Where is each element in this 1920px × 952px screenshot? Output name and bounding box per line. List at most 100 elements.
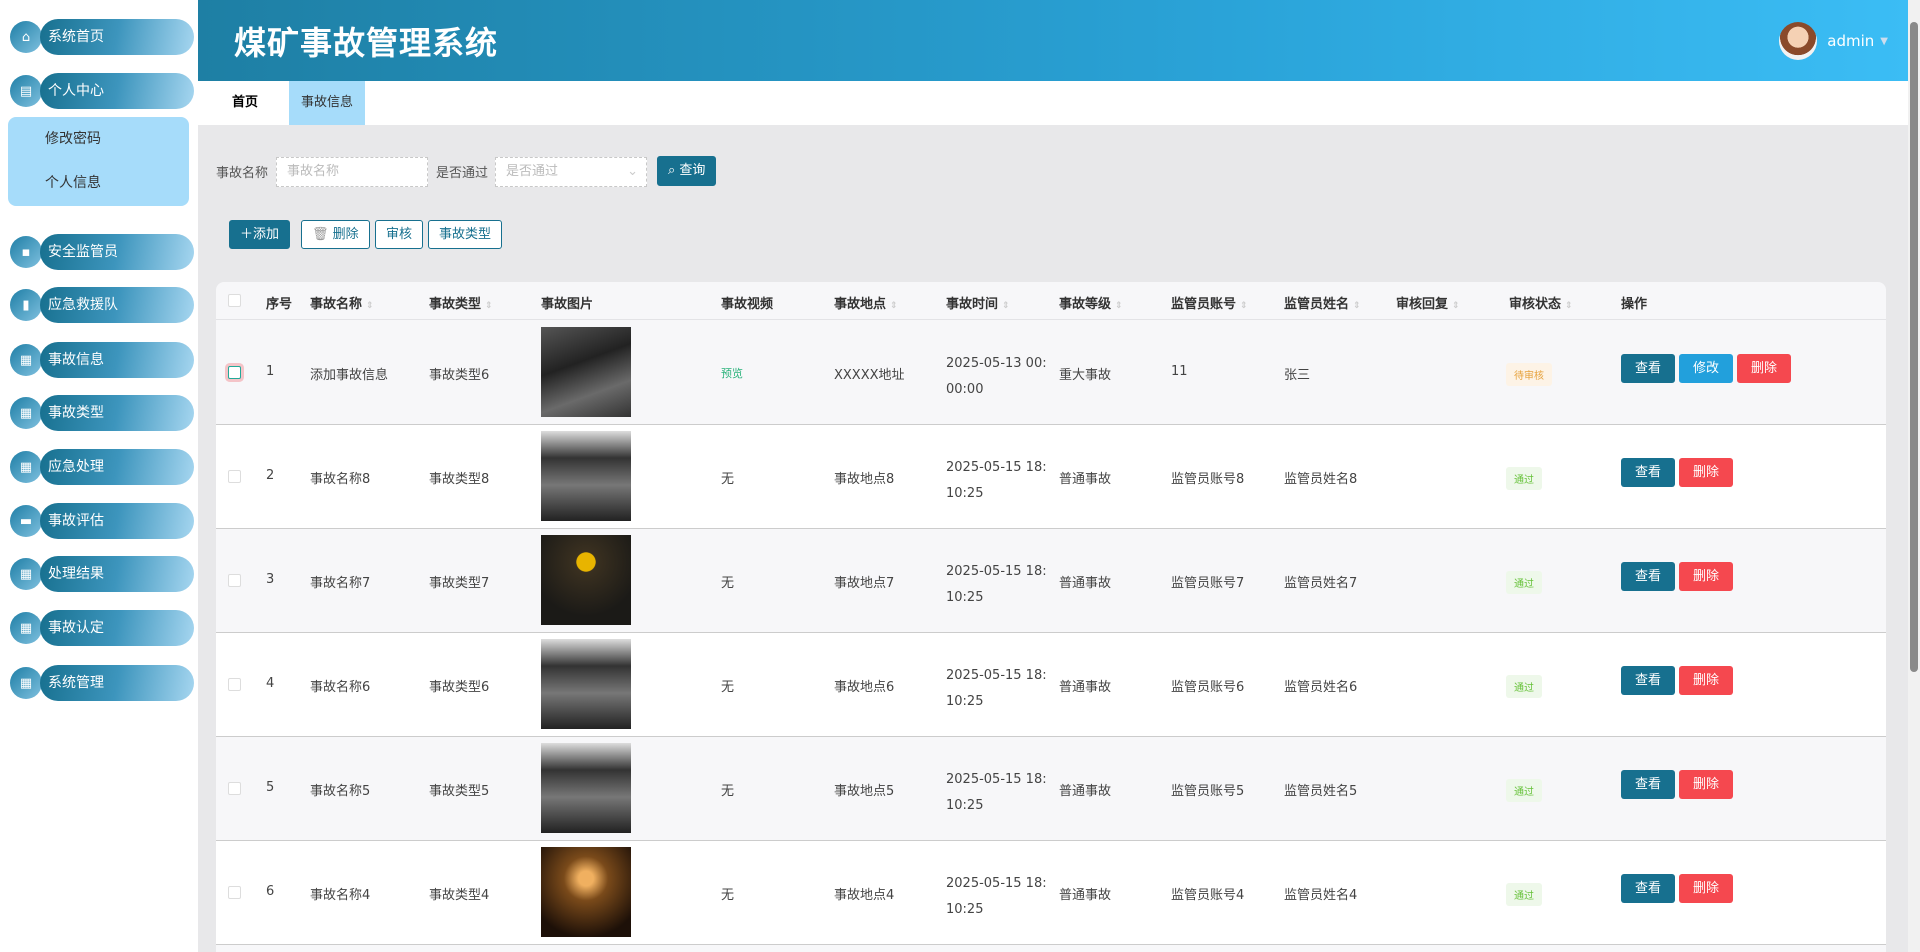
accident-time: 2025-05-15 18: 10:25 [946, 559, 1047, 611]
column-header[interactable]: 监管员姓名 ⇕ [1284, 293, 1361, 312]
column-header[interactable]: 事故时间 ⇕ [946, 293, 1010, 312]
row-checkbox[interactable] [228, 470, 241, 483]
accident-image[interactable] [541, 327, 631, 417]
accident-image[interactable] [541, 535, 631, 625]
sidebar-item-3[interactable]: ▮ 应急救援队 [10, 287, 194, 323]
select-all-checkbox[interactable] [228, 294, 241, 307]
sidebar-item-7[interactable]: ▬ 事故评估 [10, 503, 194, 539]
delete-row-button[interactable]: 删除 [1679, 562, 1733, 591]
scrollbar-thumb[interactable] [1910, 22, 1918, 672]
accident-type-button[interactable]: 事故类型 [428, 220, 503, 249]
pass-select[interactable]: 是否通过 ⌄ [495, 157, 647, 187]
row-no: 3 [266, 572, 275, 587]
add-button[interactable]: ＋添加 [229, 220, 291, 249]
row-checkbox[interactable] [228, 366, 241, 379]
row-checkbox[interactable] [228, 678, 241, 691]
tab-home[interactable]: 首页 [220, 81, 270, 125]
accident-image[interactable] [541, 639, 631, 729]
supervisor-account: 监管员账号4 [1171, 888, 1245, 903]
supervisor-account: 监管员账号6 [1171, 680, 1245, 695]
audit-button[interactable]: 审核 [375, 220, 424, 249]
sidebar-item-5[interactable]: ▦ 事故类型 [10, 395, 194, 431]
main-content: 事故名称 事故名称 是否通过 是否通过 ⌄ ⌕ 查询 ＋添加 🗑 删除 审核 事故… [198, 125, 1908, 952]
supervisor-account: 监管员账号5 [1171, 784, 1245, 799]
accident-image[interactable] [541, 743, 631, 833]
delete-row-button[interactable]: 删除 [1679, 874, 1733, 903]
sidebar-item-1[interactable]: ▤ 个人中心 [10, 73, 194, 109]
tab-accident-info[interactable]: 事故信息 [289, 81, 366, 125]
view-button[interactable]: 查看 [1621, 666, 1675, 695]
column-header[interactable]: 事故类型 ⇕ [429, 293, 493, 312]
column-header[interactable]: 审核回复 ⇕ [1396, 293, 1460, 312]
sidebar-item-label: 应急救援队 [40, 287, 194, 323]
sort-icon[interactable]: ⇕ [1565, 301, 1573, 311]
view-button[interactable]: 查看 [1621, 354, 1675, 383]
search-icon: ⌕ [668, 163, 680, 178]
submenu-change-password[interactable]: 修改密码 [8, 117, 189, 161]
column-header[interactable]: 监管员账号 ⇕ [1171, 293, 1248, 312]
accident-name: 事故名称7 [310, 576, 371, 591]
sort-icon[interactable]: ⇕ [1240, 301, 1248, 311]
submenu-personal-info[interactable]: 个人信息 [8, 161, 189, 205]
sort-icon[interactable]: ⇕ [1353, 301, 1361, 311]
view-button[interactable]: 查看 [1621, 770, 1675, 799]
sort-icon[interactable]: ⇕ [890, 301, 898, 311]
column-header[interactable]: 事故等级 ⇕ [1059, 293, 1123, 312]
sort-icon[interactable]: ⇕ [1002, 301, 1010, 311]
menu-icon: ▪ [10, 236, 42, 268]
sidebar-item-9[interactable]: ▦ 事故认定 [10, 610, 194, 646]
delete-row-button[interactable]: 删除 [1679, 666, 1733, 695]
delete-button[interactable]: 🗑 删除 [301, 220, 370, 249]
view-button[interactable]: 查看 [1621, 458, 1675, 487]
pass-label: 是否通过 [436, 166, 489, 181]
table-row: 3 事故名称7 事故类型7 无 事故地点7 2025-05-15 18: 10:25 普通事故… [216, 529, 1886, 633]
sidebar-item-2[interactable]: ▪ 安全监管员 [10, 234, 194, 270]
accident-time: 2025-05-15 18: 10:25 [946, 767, 1047, 819]
accident-name: 事故名称8 [310, 472, 371, 487]
sidebar-item-4[interactable]: ▦ 事故信息 [10, 342, 194, 378]
edit-button[interactable]: 修改 [1679, 354, 1733, 383]
delete-row-button[interactable]: 删除 [1737, 354, 1791, 383]
add-label: 添加 [253, 227, 280, 242]
query-button[interactable]: ⌕ 查询 [657, 156, 717, 186]
user-menu[interactable]: admin ▼ [1779, 22, 1888, 60]
row-checkbox[interactable] [228, 782, 241, 795]
table-header: 序号 事故名称 ⇕ 事故类型 ⇕ 事故图片 事故视频 事故地点 ⇕ 事故时间 ⇕ 事故等级 ⇕ 监管员账号… [216, 282, 1886, 320]
column-header[interactable]: 事故名称 ⇕ [310, 293, 374, 312]
column-title: 监管员账号 [1171, 297, 1237, 312]
delete-row-button[interactable]: 删除 [1679, 770, 1733, 799]
sort-icon[interactable]: ⇕ [1452, 301, 1460, 311]
column-title: 事故视频 [721, 297, 774, 312]
sort-icon[interactable]: ⇕ [366, 301, 374, 311]
accident-name: 事故名称6 [310, 680, 371, 695]
menu-icon: ▦ [10, 558, 42, 590]
view-button[interactable]: 查看 [1621, 874, 1675, 903]
view-button[interactable]: 查看 [1621, 562, 1675, 591]
accident-image[interactable] [541, 431, 631, 521]
row-checkbox[interactable] [228, 574, 241, 587]
video-preview-link[interactable]: 预览 [721, 365, 743, 381]
name-input[interactable]: 事故名称 [276, 157, 428, 187]
column-header[interactable]: 事故地点 ⇕ [834, 293, 898, 312]
avatar [1779, 22, 1818, 60]
delete-row-button[interactable]: 删除 [1679, 458, 1733, 487]
sort-icon[interactable]: ⇕ [1115, 301, 1123, 311]
row-checkbox[interactable] [228, 886, 241, 899]
sort-icon[interactable]: ⇕ [485, 301, 493, 311]
sidebar-item-label: 事故类型 [40, 395, 194, 431]
sidebar-item-label: 事故信息 [40, 342, 194, 378]
sidebar-item-8[interactable]: ▦ 处理结果 [10, 556, 194, 592]
accident-place: 事故地点5 [834, 784, 895, 799]
supervisor-account: 11 [1171, 364, 1188, 379]
column-title: 序号 [266, 297, 293, 312]
sidebar-item-6[interactable]: ▦ 应急处理 [10, 449, 194, 485]
column-title: 操作 [1621, 297, 1648, 312]
accident-time: 2025-05-15 18: 10:25 [946, 663, 1047, 715]
sidebar-item-10[interactable]: ▦ 系统管理 [10, 665, 194, 701]
column-header[interactable]: 审核状态 ⇕ [1509, 293, 1573, 312]
time-line1: 2025-05-13 00: [946, 356, 1047, 371]
sidebar-item-0[interactable]: ⌂ 系统首页 [10, 19, 194, 55]
accident-image[interactable] [541, 847, 631, 937]
column-title: 事故等级 [1059, 297, 1112, 312]
scrollbar[interactable] [1908, 0, 1920, 952]
